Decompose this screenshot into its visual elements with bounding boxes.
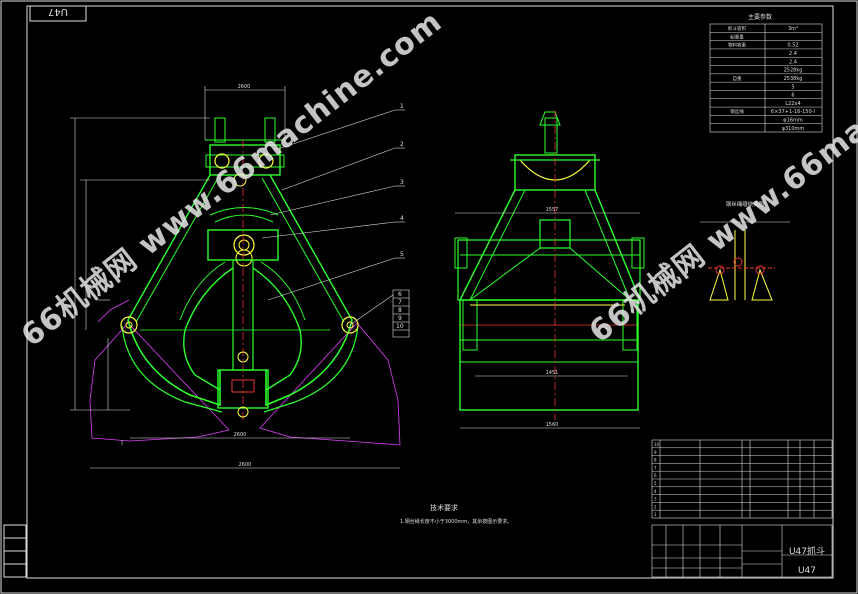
bom-marks: 10 9 8 7 6 5 4 3 2 1 xyxy=(654,442,660,517)
part-number-6: 6 xyxy=(398,291,402,298)
params-label: 起重量 xyxy=(730,33,744,40)
params-label: 抓斗容积 xyxy=(728,25,746,32)
part-number-2: 2 xyxy=(400,141,404,148)
dim-top: 2600 xyxy=(238,84,251,90)
dim-side-bottom: 1560 xyxy=(546,422,559,428)
params-value: 6 xyxy=(791,93,794,99)
bom-part-number: 8 xyxy=(654,458,657,463)
params-value: φ310mm xyxy=(782,126,805,132)
part-number-4: 4 xyxy=(400,215,404,222)
part-number-1: 1 xyxy=(400,103,404,110)
bom-part-number: 1 xyxy=(654,512,657,517)
params-label: 物料容重 xyxy=(728,42,746,49)
bom-part-number: 9 xyxy=(654,450,657,455)
params-rows: 抓斗容积 3m³ 起重量物料容重 0.52 2.4 2.4 2528kg 自重 2538kg 5 6… xyxy=(710,25,822,132)
tech-req-text: 1.钢丝绳长度不小于3000mm，其余按图示要求。 xyxy=(400,518,512,525)
part-number-3: 3 xyxy=(400,179,404,186)
bom-part-number: 5 xyxy=(654,481,657,486)
dim-jaw: 2600 xyxy=(234,432,247,438)
params-table xyxy=(709,23,823,133)
part-number-10: 10 xyxy=(396,323,404,330)
sheet-inner-border xyxy=(26,5,834,579)
part-number-5: 5 xyxy=(400,251,404,258)
params-value: 2528kg xyxy=(784,68,803,74)
params-value: 0.52 xyxy=(787,43,798,49)
part-number-8: 8 xyxy=(398,307,402,314)
params-value: 2538kg xyxy=(784,76,803,82)
bom-part-number: 7 xyxy=(654,465,657,470)
sheet-outer-border xyxy=(0,0,858,594)
params-title: 主要参数 xyxy=(748,13,772,21)
code-box-text: U47 xyxy=(48,6,68,17)
params-value: 6×37+1-16-150-I xyxy=(771,109,815,115)
params-value: 3m³ xyxy=(788,26,798,32)
cad-drawing: U47 2600 2600 2600 1 2 3 4 5 6 7 8 9 10 … xyxy=(0,0,858,594)
params-label: 自重 xyxy=(733,75,742,82)
bom-part-number: 4 xyxy=(654,489,657,494)
params-value: L22x4 xyxy=(785,101,800,107)
bom-part-number: 10 xyxy=(654,442,660,447)
dim-open: 2600 xyxy=(239,462,252,468)
params-value: 2.4 xyxy=(789,59,797,65)
dim-side-top: 1557 xyxy=(546,207,559,213)
left-margin-table xyxy=(3,524,27,578)
title-block-code: U47 xyxy=(798,566,816,576)
params-value: φ16mm xyxy=(783,117,803,123)
bom-part-number: 6 xyxy=(654,473,657,478)
part-number-7: 7 xyxy=(398,299,402,306)
side-view xyxy=(454,110,645,429)
tech-req-title: 技术要求 xyxy=(430,503,458,512)
title-block-name: U47抓斗 xyxy=(789,545,825,557)
part-number-9: 9 xyxy=(398,315,402,322)
params-label: 钢丝绳 xyxy=(730,108,744,115)
params-value: 2.4 xyxy=(789,51,797,57)
params-value: 5 xyxy=(791,84,794,90)
dim-side-mid: 1451 xyxy=(546,370,559,376)
bom-part-number: 2 xyxy=(654,504,657,509)
bom-part-number: 3 xyxy=(654,497,657,502)
